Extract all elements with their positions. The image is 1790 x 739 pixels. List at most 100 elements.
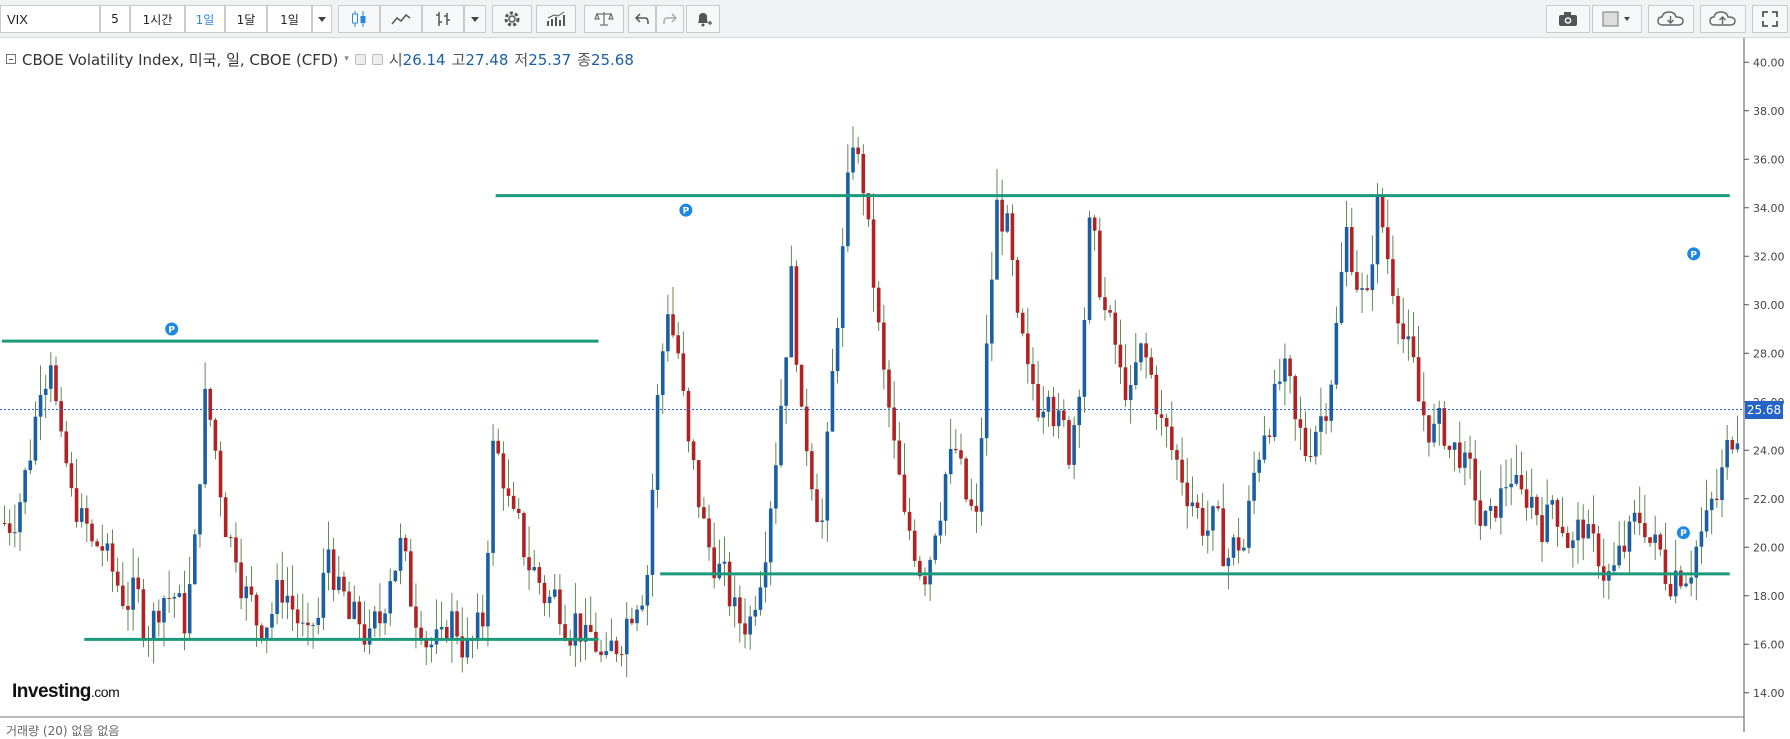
candle-body bbox=[948, 448, 953, 475]
indicators-button[interactable] bbox=[536, 5, 576, 33]
candle-body bbox=[825, 431, 830, 521]
candles-style-button[interactable] bbox=[338, 5, 380, 33]
candle-body bbox=[1643, 523, 1647, 538]
candle-body bbox=[33, 416, 38, 461]
candle-body bbox=[1473, 458, 1477, 501]
candle-body bbox=[861, 154, 866, 194]
candle-body bbox=[995, 199, 999, 280]
candle-body bbox=[882, 322, 886, 370]
candle-body bbox=[1689, 577, 1693, 584]
candle-body bbox=[1514, 474, 1519, 484]
candle-body bbox=[1416, 357, 1421, 402]
candle-body bbox=[1206, 530, 1210, 536]
alert-button[interactable] bbox=[686, 5, 720, 33]
candle-body bbox=[943, 474, 948, 521]
interval-1h-button[interactable]: 1시간 bbox=[130, 5, 185, 33]
interval-dropdown-button[interactable] bbox=[312, 5, 332, 33]
candle-body bbox=[393, 570, 398, 582]
candle-body bbox=[321, 572, 326, 618]
candle-body bbox=[984, 343, 989, 439]
eye-icon[interactable] bbox=[354, 53, 366, 65]
screenshot-button[interactable] bbox=[1546, 5, 1590, 33]
candle-body bbox=[624, 618, 629, 655]
bars-style-button[interactable] bbox=[422, 5, 464, 33]
theme-select[interactable] bbox=[1592, 5, 1642, 33]
candle-body bbox=[1406, 336, 1411, 340]
chart-style-dropdown[interactable] bbox=[464, 5, 486, 33]
y-tick-label: 34.00 bbox=[1753, 202, 1785, 215]
candle-body bbox=[1303, 427, 1308, 457]
candle-body bbox=[743, 623, 747, 635]
candle-body bbox=[717, 563, 722, 579]
candle-body bbox=[342, 576, 346, 592]
cloud-download-icon bbox=[1657, 10, 1685, 28]
candle-body bbox=[933, 535, 938, 560]
save-cloud-button[interactable] bbox=[1700, 5, 1746, 33]
chevron-down-icon bbox=[318, 16, 326, 22]
symbol-input[interactable] bbox=[0, 5, 100, 33]
candle-body bbox=[43, 388, 48, 395]
y-tick-label: 30.00 bbox=[1753, 299, 1785, 312]
candle-body bbox=[1272, 383, 1277, 437]
line-style-button[interactable] bbox=[380, 5, 422, 33]
candle-body bbox=[681, 353, 686, 391]
marker-label: P bbox=[1690, 250, 1697, 260]
candle-body bbox=[285, 595, 290, 603]
candle-body bbox=[306, 622, 310, 626]
candle-body bbox=[131, 577, 135, 610]
price-chart[interactable]: P P P P 40.00 38.00 36.00 34.00 32.00 30.00 28.00… bbox=[0, 38, 1790, 732]
interval-5-button[interactable]: 5 bbox=[100, 5, 130, 33]
candle-body bbox=[79, 508, 84, 522]
candle-body bbox=[990, 279, 994, 344]
candle-body bbox=[1319, 416, 1323, 432]
candle-body bbox=[1164, 417, 1169, 427]
interval-1mo-button[interactable]: 1달 bbox=[225, 5, 267, 33]
candle-body bbox=[928, 559, 932, 585]
candle-body bbox=[1663, 549, 1668, 584]
candle-body bbox=[141, 589, 146, 639]
candle-body bbox=[1241, 547, 1246, 551]
candle-body bbox=[1375, 195, 1380, 265]
candle-body bbox=[923, 576, 927, 585]
settings-button[interactable] bbox=[492, 5, 532, 33]
candle-body bbox=[28, 460, 33, 471]
candle-body bbox=[1452, 442, 1457, 450]
candle-body bbox=[1000, 199, 1004, 232]
marker-label: P bbox=[1680, 529, 1687, 539]
candle-body bbox=[100, 546, 105, 551]
candle-body bbox=[511, 495, 516, 509]
interval-1d-button[interactable]: 1일 bbox=[185, 5, 225, 33]
candle-body bbox=[722, 561, 727, 564]
candle-body bbox=[157, 610, 161, 623]
interval-custom-button[interactable]: 1일 bbox=[267, 5, 312, 33]
candle-body bbox=[1134, 362, 1138, 386]
collapse-icon[interactable] bbox=[6, 54, 16, 64]
candle-body bbox=[259, 625, 264, 639]
undo-button[interactable] bbox=[628, 5, 656, 33]
candle-body bbox=[1092, 217, 1097, 231]
candle-body bbox=[1226, 557, 1231, 567]
candle-body bbox=[902, 474, 907, 512]
compare-button[interactable] bbox=[584, 5, 624, 33]
candle-body bbox=[90, 523, 94, 542]
candle-body bbox=[1041, 411, 1046, 418]
candle-body bbox=[1180, 459, 1184, 483]
candle-body bbox=[383, 613, 387, 624]
candle-body bbox=[85, 508, 89, 524]
candle-body bbox=[1154, 374, 1159, 415]
candle-body bbox=[1535, 496, 1539, 516]
candles-layer bbox=[2, 126, 1740, 678]
load-cloud-button[interactable] bbox=[1648, 5, 1694, 33]
candle-body bbox=[506, 488, 511, 496]
candle-body bbox=[820, 520, 824, 522]
candle-body bbox=[1118, 344, 1123, 368]
candlestick-icon bbox=[351, 10, 367, 28]
redo-button[interactable] bbox=[656, 5, 684, 33]
gear-icon[interactable] bbox=[371, 53, 383, 65]
candle-body bbox=[429, 644, 434, 648]
candle-body bbox=[676, 335, 680, 354]
candle-body bbox=[249, 586, 254, 595]
fullscreen-button[interactable] bbox=[1752, 5, 1788, 33]
chevron-down-icon[interactable]: ▾ bbox=[344, 54, 349, 64]
candle-body bbox=[1113, 312, 1118, 345]
